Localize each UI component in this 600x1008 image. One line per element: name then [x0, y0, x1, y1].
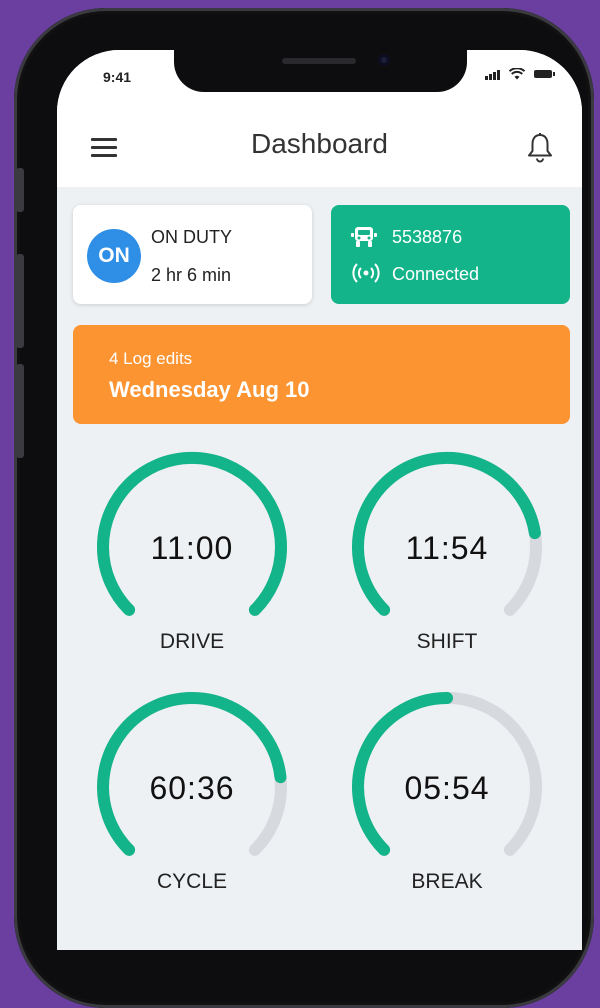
- app-header: Dashboard: [57, 110, 582, 187]
- cycle-time-value: 60:36: [149, 770, 235, 806]
- front-camera: [378, 54, 390, 66]
- break-label: BREAK: [411, 870, 483, 893]
- status-time: 9:41: [103, 69, 132, 85]
- log-edits-date: Wednesday Aug 10: [109, 377, 310, 402]
- break-time-value: 05:54: [404, 770, 490, 806]
- mute-switch: [16, 168, 24, 212]
- page-title: Dashboard: [251, 128, 388, 159]
- vehicle-connection-card[interactable]: 5538876 Connected: [331, 205, 570, 304]
- status-icons: [485, 68, 555, 80]
- broadcast-icon: [352, 263, 380, 283]
- vehicle-id: 5538876: [392, 227, 463, 247]
- speaker-grille: [282, 58, 356, 64]
- duty-status-card[interactable]: ON ON DUTY 2 hr 6 min: [73, 205, 312, 304]
- wifi-icon: [509, 68, 525, 80]
- cellular-signal-icon: [485, 69, 500, 80]
- battery-icon: [534, 70, 555, 78]
- log-edits-count: 4 Log edits: [109, 349, 193, 368]
- duty-elapsed-time: 2 hr 6 min: [151, 265, 232, 285]
- shift-label: SHIFT: [416, 630, 478, 653]
- shift-time-value: 11:54: [405, 530, 489, 566]
- phone-notch: [174, 50, 467, 92]
- cycle-label: CYCLE: [156, 870, 228, 893]
- log-edits-banner[interactable]: 4 Log edits Wednesday Aug 10: [73, 325, 570, 424]
- duty-status-label: ON DUTY: [151, 227, 232, 247]
- truck-icon: [351, 227, 377, 247]
- notification-bell-icon[interactable]: [526, 132, 554, 164]
- app-screen: 9:41 Dashboard ON ON DUTY 2 hr 6 min 553…: [57, 50, 582, 950]
- connection-status: Connected: [392, 264, 480, 284]
- on-duty-badge: ON: [87, 229, 141, 283]
- phone-frame: 9:41 Dashboard ON ON DUTY 2 hr 6 min 553…: [14, 8, 594, 1008]
- drive-label: DRIVE: [159, 630, 225, 653]
- drive-time-value: 11:00: [150, 530, 234, 566]
- volume-down-button: [16, 364, 24, 458]
- volume-up-button: [16, 254, 24, 348]
